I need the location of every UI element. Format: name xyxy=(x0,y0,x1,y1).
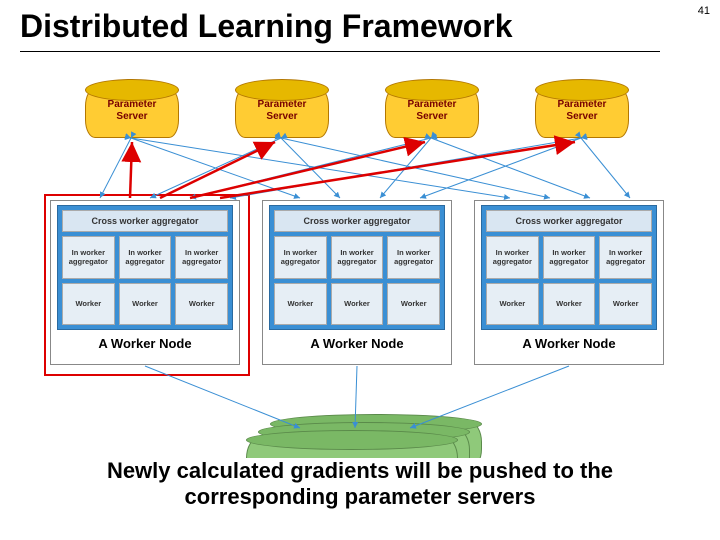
slide-title: Distributed Learning Framework xyxy=(20,8,660,52)
parameter-server-label: ParameterServer xyxy=(386,99,478,123)
parameter-server-label: ParameterServer xyxy=(86,99,178,123)
in-worker-aggregator: In worker aggregator xyxy=(119,236,172,279)
in-worker-aggregator: In worker aggregator xyxy=(599,236,652,279)
worker-cell: Worker xyxy=(175,283,228,326)
page-number: 41 xyxy=(698,5,710,17)
in-worker-aggregator: In worker aggregator xyxy=(175,236,228,279)
worker-node-2: Cross worker aggregator In worker aggreg… xyxy=(262,200,452,365)
cross-worker-aggregator: Cross worker aggregator xyxy=(486,210,652,232)
in-worker-aggregator: In worker aggregator xyxy=(274,236,327,279)
explanation-caption: Newly calculated gradients will be pushe… xyxy=(30,458,690,510)
worker-cell: Worker xyxy=(274,283,327,326)
worker-cell: Worker xyxy=(387,283,440,326)
in-worker-row: In worker aggregator In worker aggregato… xyxy=(486,236,652,279)
in-worker-aggregator: In worker aggregator xyxy=(62,236,115,279)
in-worker-aggregator: In worker aggregator xyxy=(387,236,440,279)
worker-cell: Worker xyxy=(119,283,172,326)
worker-row: Worker Worker Worker xyxy=(62,283,228,326)
parameter-server-label: ParameterServer xyxy=(236,99,328,123)
worker-row: Worker Worker Worker xyxy=(274,283,440,326)
worker-cell: Worker xyxy=(331,283,384,326)
parameter-server-label: ParameterServer xyxy=(536,99,628,123)
parameter-server-4: ParameterServer xyxy=(535,88,629,138)
cross-worker-aggregator: Cross worker aggregator xyxy=(62,210,228,232)
parameter-server-2: ParameterServer xyxy=(235,88,329,138)
architecture-diagram: ParameterServer ParameterServer Paramete… xyxy=(40,70,680,450)
worker-node-inner: Cross worker aggregator In worker aggreg… xyxy=(269,205,445,330)
worker-node-inner: Cross worker aggregator In worker aggreg… xyxy=(57,205,233,330)
in-worker-row: In worker aggregator In worker aggregato… xyxy=(62,236,228,279)
worker-cell: Worker xyxy=(599,283,652,326)
worker-row: Worker Worker Worker xyxy=(486,283,652,326)
worker-node-caption: A Worker Node xyxy=(269,336,445,351)
parameter-server-3: ParameterServer xyxy=(385,88,479,138)
in-worker-aggregator: In worker aggregator xyxy=(543,236,596,279)
worker-node-1: Cross worker aggregator In worker aggreg… xyxy=(50,200,240,365)
in-worker-aggregator: In worker aggregator xyxy=(486,236,539,279)
in-worker-aggregator: In worker aggregator xyxy=(331,236,384,279)
worker-node-3: Cross worker aggregator In worker aggreg… xyxy=(474,200,664,365)
worker-node-caption: A Worker Node xyxy=(57,336,233,351)
worker-cell: Worker xyxy=(62,283,115,326)
worker-cell: Worker xyxy=(543,283,596,326)
in-worker-row: In worker aggregator In worker aggregato… xyxy=(274,236,440,279)
parameter-server-1: ParameterServer xyxy=(85,88,179,138)
worker-cell: Worker xyxy=(486,283,539,326)
worker-node-caption: A Worker Node xyxy=(481,336,657,351)
worker-node-inner: Cross worker aggregator In worker aggreg… xyxy=(481,205,657,330)
cross-worker-aggregator: Cross worker aggregator xyxy=(274,210,440,232)
